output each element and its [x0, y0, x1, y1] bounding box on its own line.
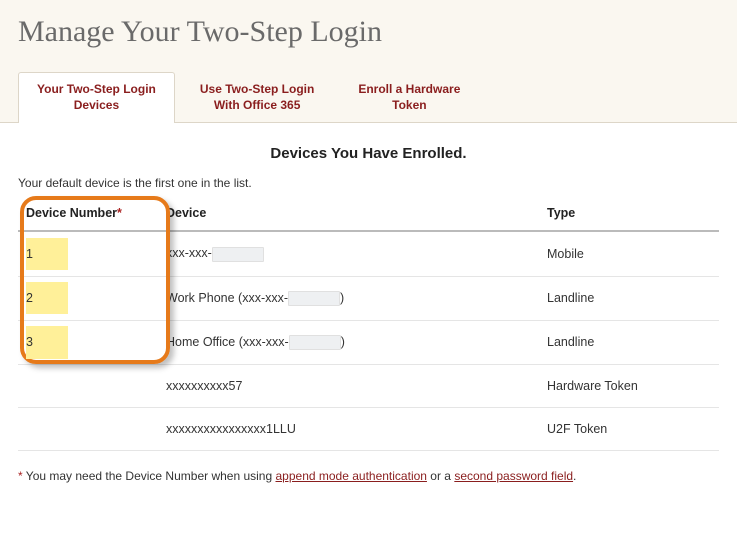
- table-row: 1 xxx-xxx- Mobile: [18, 231, 719, 276]
- col-header-type: Type: [539, 200, 719, 231]
- device-text-post: ): [341, 335, 345, 349]
- page-title: Manage Your Two-Step Login: [18, 15, 719, 49]
- device-number-value: 3: [26, 326, 68, 359]
- footnote-text-mid: or a: [427, 469, 454, 483]
- device-number-value: 1: [26, 238, 68, 271]
- tabs: Your Two-Step Login Devices Use Two-Step…: [18, 71, 719, 122]
- device-cell: Home Office (xxx-xxx-): [158, 320, 539, 364]
- footnote: * You may need the Device Number when us…: [18, 469, 719, 483]
- type-cell: Landline: [539, 320, 719, 364]
- tab-label-line1: Your Two-Step Login: [37, 82, 156, 96]
- type-cell: Landline: [539, 276, 719, 320]
- device-number-cell: 1: [18, 231, 158, 276]
- table-row: 3 Home Office (xxx-xxx-) Landline: [18, 320, 719, 364]
- tab-label-line2: Devices: [74, 98, 119, 112]
- header-area: Manage Your Two-Step Login Your Two-Step…: [0, 0, 737, 123]
- device-number-cell: 3: [18, 320, 158, 364]
- col-header-device-number: Device Number*: [18, 200, 158, 231]
- device-number-cell: 2: [18, 276, 158, 320]
- table-row: xxxxxxxxxxxxxxxx1LLU U2F Token: [18, 407, 719, 450]
- tab-label-line2: With Office 365: [214, 98, 301, 112]
- footnote-text-after: .: [573, 469, 576, 483]
- device-number-cell: [18, 364, 158, 407]
- device-cell: xxxxxxxxxx57: [158, 364, 539, 407]
- device-text-pre: Work Phone (xxx-xxx-: [166, 291, 288, 305]
- intro-text: Your default device is the first one in …: [18, 176, 719, 190]
- tab-label-line2: Token: [392, 98, 426, 112]
- device-cell: Work Phone (xxx-xxx-): [158, 276, 539, 320]
- tab-enroll-hardware-token[interactable]: Enroll a Hardware Token: [339, 72, 479, 123]
- type-cell: Hardware Token: [539, 364, 719, 407]
- table-row: 2 Work Phone (xxx-xxx-) Landline: [18, 276, 719, 320]
- required-asterisk: *: [117, 206, 122, 220]
- device-text-pre: xxxxxxxxxxxxxxxx1LLU: [166, 422, 296, 436]
- masked-segment: [289, 335, 341, 350]
- content-area: Devices You Have Enrolled. Your default …: [0, 123, 737, 519]
- link-append-mode-authentication[interactable]: append mode authentication: [276, 469, 427, 483]
- masked-segment: [288, 291, 340, 306]
- link-second-password-field[interactable]: second password field: [454, 469, 573, 483]
- device-text-pre: xxx-xxx-: [166, 246, 212, 260]
- devices-table: Device Number* Device Type 1 xxx-xxx-: [18, 200, 719, 451]
- tab-office-365[interactable]: Use Two-Step Login With Office 365: [181, 72, 333, 123]
- device-number-cell: [18, 407, 158, 450]
- tab-your-devices[interactable]: Your Two-Step Login Devices: [18, 72, 175, 123]
- table-row: xxxxxxxxxx57 Hardware Token: [18, 364, 719, 407]
- tab-label-line1: Enroll a Hardware: [358, 82, 460, 96]
- device-text-pre: Home Office (xxx-xxx-: [166, 335, 289, 349]
- masked-segment: [212, 247, 264, 262]
- device-number-value: 2: [26, 282, 68, 315]
- device-text-pre: xxxxxxxxxx57: [166, 379, 242, 393]
- device-cell: xxxxxxxxxxxxxxxx1LLU: [158, 407, 539, 450]
- device-cell: xxx-xxx-: [158, 231, 539, 276]
- footnote-text-before: You may need the Device Number when usin…: [23, 469, 276, 483]
- col-header-text: Device Number: [26, 206, 117, 220]
- tab-label-line1: Use Two-Step Login: [200, 82, 314, 96]
- type-cell: Mobile: [539, 231, 719, 276]
- col-header-device: Device: [158, 200, 539, 231]
- device-text-post: ): [340, 291, 344, 305]
- devices-table-wrap: Device Number* Device Type 1 xxx-xxx-: [18, 200, 719, 451]
- table-header-row: Device Number* Device Type: [18, 200, 719, 231]
- section-heading: Devices You Have Enrolled.: [18, 145, 719, 162]
- type-cell: U2F Token: [539, 407, 719, 450]
